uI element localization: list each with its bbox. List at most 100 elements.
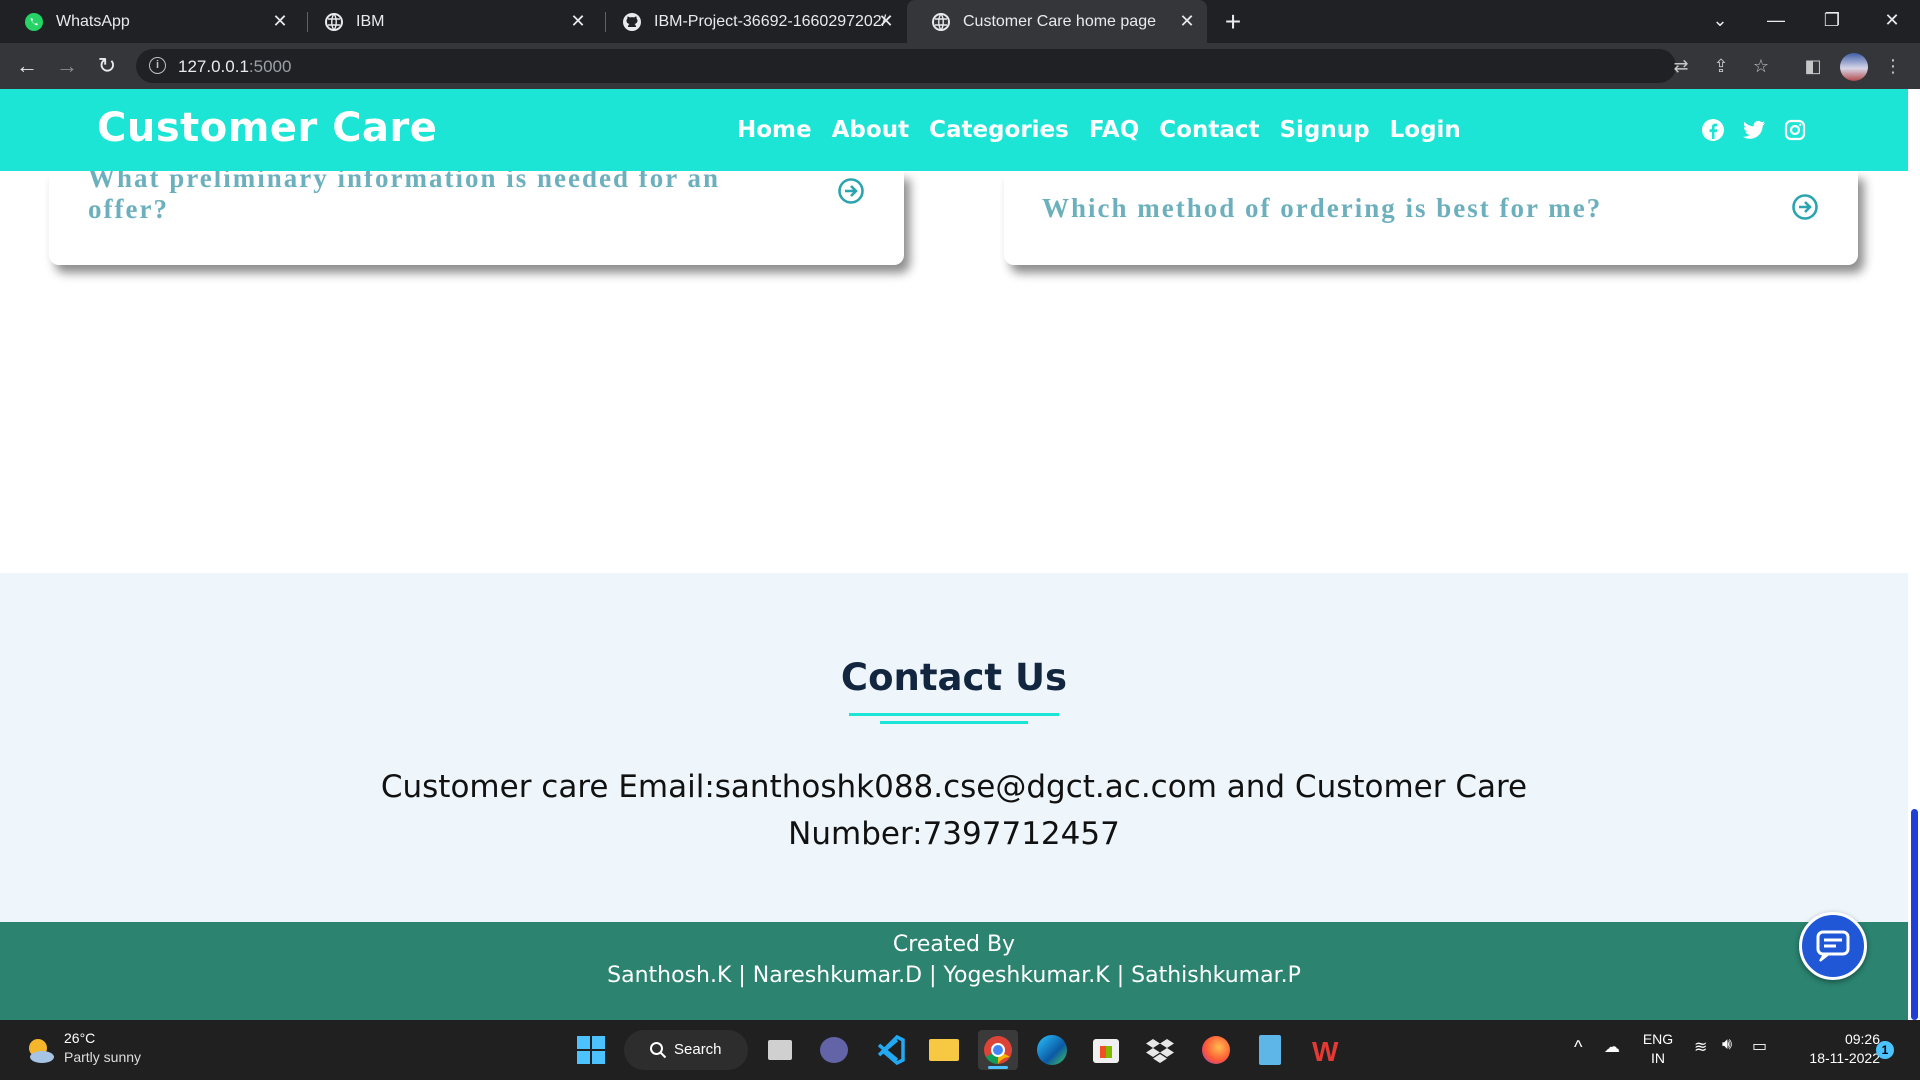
search-icon [650,1042,667,1059]
faq-card-preliminary-info[interactable]: What preliminary information is needed f… [49,163,904,265]
chat-icon [1816,930,1850,962]
footer-authors: Santhosh.K | Nareshkumar.D | Yogeshkumar… [607,963,1301,988]
title-underline [849,713,1059,716]
weather-widget[interactable]: 26°C Partly sunny [24,1030,164,1070]
close-icon[interactable]: ✕ [1177,11,1197,31]
window-close-icon[interactable]: ✕ [1864,0,1920,43]
reload-icon[interactable]: ↻ [92,51,122,81]
tab-ibm[interactable]: IBM ✕ [300,0,598,43]
teams-chat-icon[interactable] [814,1030,854,1070]
start-windows-icon[interactable] [576,1035,606,1065]
menu-kebab-icon[interactable]: ⋮ [1882,55,1904,77]
tab-title: IBM [356,12,385,30]
tab-search-icon[interactable]: ⌄ [1692,0,1748,43]
language-indicator[interactable]: ENG IN [1640,1030,1676,1068]
footer-created-by: Created By [892,932,1016,957]
nav-contact[interactable]: Contact [1159,117,1259,143]
info-icon[interactable]: i [149,57,166,74]
notepad-icon[interactable] [1250,1030,1290,1070]
nav-categories[interactable]: Categories [929,117,1069,143]
nav-signup[interactable]: Signup [1279,117,1369,143]
volume-icon[interactable]: 🔊︎ [1722,1036,1732,1054]
close-icon[interactable]: ✕ [270,11,290,31]
url-text: 127.0.0.1:5000 [178,57,291,77]
instagram-icon[interactable] [1783,118,1807,142]
bookmark-star-icon[interactable]: ☆ [1750,55,1772,77]
profile-avatar[interactable] [1840,53,1868,81]
wps-office-icon[interactable]: W [1308,1030,1348,1070]
browser-tab-strip: WhatsApp ✕ IBM ✕ IBM-Project-36692-16602… [0,0,1920,43]
lang-region: IN [1651,1050,1665,1066]
vscode-icon[interactable] [870,1030,910,1070]
close-icon[interactable]: ✕ [876,11,896,31]
github-icon [623,12,641,31]
nav-home[interactable]: Home [737,117,812,143]
translate-icon[interactable]: ⇄ [1670,55,1692,77]
contact-title: Contact Us [840,656,1068,699]
weather-desc: Partly sunny [64,1049,142,1065]
share-icon[interactable]: ⇪ [1710,55,1732,77]
arrow-circle-right-icon[interactable] [1791,193,1819,221]
globe-icon [932,12,950,31]
forward-icon[interactable]: → [52,51,82,81]
clock-date: 18-11-2022 [1809,1050,1880,1066]
partly-sunny-icon [29,1039,54,1063]
whatsapp-icon [25,12,43,31]
new-tab-button[interactable]: + [1220,6,1246,38]
faq-card-ordering-method[interactable]: Which method of ordering is best for me? [1004,171,1858,265]
restore-icon[interactable]: ❐ [1804,0,1860,43]
contact-number-line: Number:7397712457 [788,816,1120,852]
nav-about[interactable]: About [832,117,909,143]
store-icon[interactable] [1086,1030,1126,1070]
wifi-icon[interactable]: ≋ [1694,1037,1707,1057]
address-bar[interactable]: i 127.0.0.1:5000 ⇄ ⇪ ☆ [136,49,1769,83]
close-icon[interactable]: ✕ [568,11,588,31]
arrow-circle-right-icon[interactable] [837,177,865,205]
firefox-icon[interactable] [1196,1030,1236,1070]
browser-toolbar: ← → ↻ i 127.0.0.1:5000 ⇄ ⇪ ☆ ◧ ⋮ [0,43,1920,89]
chevron-up-icon[interactable]: ^ [1574,1037,1582,1058]
url-host: 127.0.0.1 [178,57,249,76]
side-panel-icon[interactable]: ◧ [1802,55,1824,77]
faq-question: Which method of ordering is best for me? [1042,193,1603,223]
tab-title: Customer Care home page [963,12,1156,30]
scrollbar-thumb[interactable] [1911,809,1918,1020]
main-nav: Home About Categories FAQ Contact Signup… [737,117,1461,143]
chrome-icon[interactable] [978,1030,1018,1070]
tab-customer-care[interactable]: Customer Care home page ✕ [907,0,1207,43]
chat-button[interactable] [1799,912,1867,980]
facebook-icon[interactable] [1701,118,1725,142]
contact-details: Customer care Email:santhoshk088.cse@dgc… [340,764,1568,858]
tab-github[interactable]: IBM-Project-36692-1660297202/ ✕ [598,0,906,43]
weather-temp: 26°C [64,1030,96,1046]
tab-title: WhatsApp [56,12,130,30]
battery-icon[interactable]: ▭ [1752,1036,1767,1056]
edge-icon[interactable] [1032,1030,1072,1070]
notification-badge[interactable]: 1 [1876,1041,1894,1059]
globe-icon [325,12,343,31]
tab-whatsapp[interactable]: WhatsApp ✕ [0,0,300,43]
search-label: Search [674,1041,722,1058]
url-port: :5000 [248,57,292,76]
page-viewport: Customer Care Home About Categories FAQ … [0,89,1920,1020]
windows-taskbar: 26°C Partly sunny Search W ^ ☁ ENG IN ≋ … [0,1020,1920,1080]
contact-section: Contact Us Customer care Email:santhoshk… [0,573,1908,922]
nav-login[interactable]: Login [1390,117,1461,143]
contact-email-line: Customer care Email:santhoshk088.cse@dgc… [380,769,1528,805]
file-explorer-icon[interactable] [924,1030,964,1070]
tab-title: IBM-Project-36692-1660297202/ [654,12,887,30]
site-header: Customer Care Home About Categories FAQ … [0,89,1908,171]
dropbox-icon[interactable] [1140,1030,1180,1070]
task-view-icon[interactable] [760,1030,800,1070]
taskbar-search[interactable]: Search [624,1030,748,1070]
site-footer: Created By Santhosh.K | Nareshkumar.D | … [0,922,1908,1020]
lang-code: ENG [1642,1031,1674,1047]
clock[interactable]: 09:26 18-11-2022 [1790,1030,1880,1068]
nav-faq[interactable]: FAQ [1089,117,1139,143]
onedrive-icon[interactable]: ☁ [1604,1037,1620,1057]
twitter-icon[interactable] [1742,118,1766,142]
back-icon[interactable]: ← [12,51,42,81]
page-scrollbar[interactable] [1908,89,1920,1020]
site-logo[interactable]: Customer Care [97,105,437,151]
minimize-icon[interactable]: — [1748,0,1804,43]
